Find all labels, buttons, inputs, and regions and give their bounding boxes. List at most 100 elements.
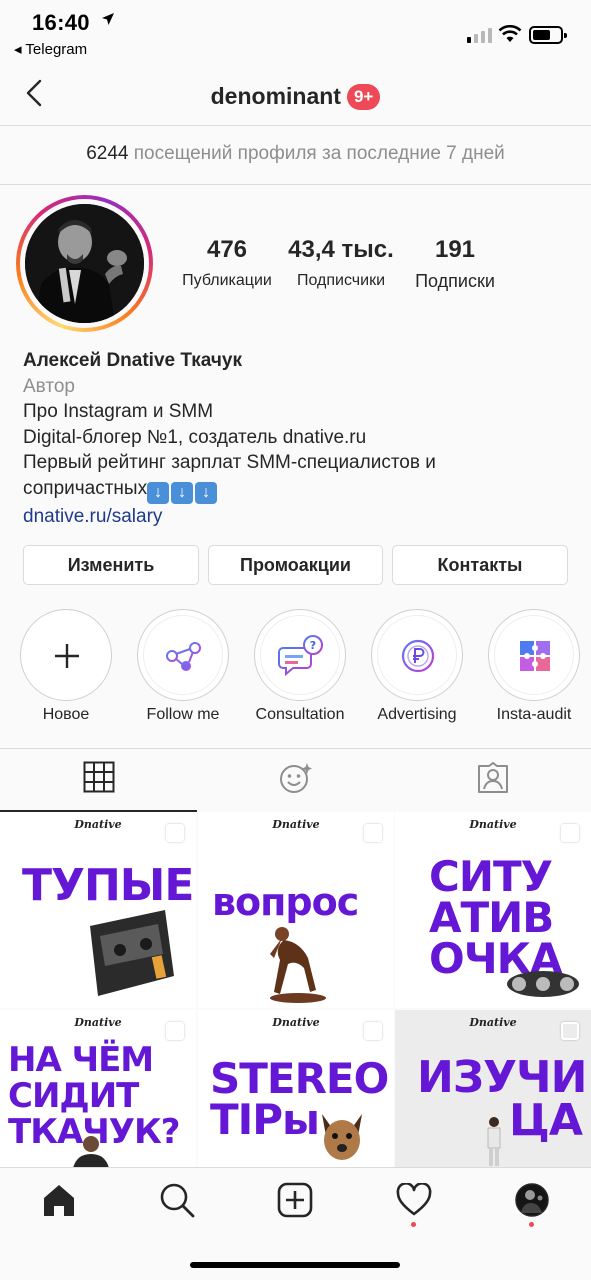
bio-line: Про Instagram и SMM: [23, 401, 214, 422]
status-bar: 16:40 ◂ Telegram: [0, 0, 591, 64]
highlight-label: Consultation: [255, 706, 345, 723]
posts-count: 476: [206, 236, 248, 263]
post-thumbnail[interactable]: Dnative НА ЧЁМ СИДИТ ТКАЧУК?: [0, 1010, 196, 1167]
stat-followers[interactable]: 43,4 тыс. Подписчики: [284, 236, 398, 290]
profile-nav-bar: denominant 9+: [0, 64, 591, 126]
visits-text: посещений профиля за последние 7 дней: [133, 143, 505, 164]
down-arrow-emoji-icon: ↓: [147, 481, 170, 504]
post-thumbnail[interactable]: Dnative STEREO TIPы: [198, 1010, 394, 1167]
svg-text:?: ?: [310, 639, 316, 652]
grid-icon: [83, 761, 115, 798]
plus-icon: [21, 610, 113, 702]
tab-grid[interactable]: [0, 749, 197, 812]
highlight-follow-me[interactable]: Follow me: [137, 609, 229, 724]
carousel-icon: [166, 824, 184, 842]
highlight-new[interactable]: Новое: [20, 609, 112, 724]
post-thumbnail[interactable]: Dnative ИЗУЧИ ЦА: [395, 1010, 591, 1167]
bio-line: Первый рейтинг зарплат SMM-специалистов …: [23, 452, 436, 473]
home-icon: [41, 1182, 77, 1223]
following-label: Подписки: [415, 271, 495, 291]
highlight-label: Новое: [42, 706, 90, 723]
carousel-icon: [364, 1022, 382, 1040]
post-headline-line: АТИВ: [429, 893, 554, 943]
highlight-label: Insta-audit: [496, 706, 572, 723]
posts-grid: Dnative ТУПЫЕ Dnative вопрос Dnative СИТ…: [0, 812, 591, 1167]
bio-line-with-emoji: сопричастных ↓ ↓ ↓: [23, 476, 563, 504]
share-icon: [138, 610, 230, 702]
highlight-insta-audit[interactable]: Insta-audit: [488, 609, 580, 724]
activity-notification-dot: [411, 1222, 416, 1227]
nav-home[interactable]: [34, 1182, 84, 1222]
post-headline: СИТУ АТИВ ОЧКА: [429, 852, 562, 979]
post-thumbnail[interactable]: Dnative ТУПЫЕ: [0, 812, 196, 1008]
nav-profile[interactable]: [507, 1182, 557, 1222]
puppy-image: [322, 1114, 362, 1160]
nav-search[interactable]: [152, 1182, 202, 1222]
cassette-image: [90, 910, 174, 996]
highlight-advertising[interactable]: Advertising: [371, 609, 463, 724]
post-headline-line: СИТУ: [429, 852, 553, 901]
profile-notification-dot: [529, 1222, 534, 1227]
cellular-signal-icon: [467, 28, 492, 43]
down-arrow-emoji-icon: ↓: [171, 481, 194, 504]
nav-activity[interactable]: [389, 1181, 439, 1222]
avatar-photo: [25, 204, 144, 323]
carousel-icon: [561, 1022, 579, 1040]
post-headline: ТУПЫЕ: [22, 860, 194, 911]
add-square-icon: [277, 1182, 313, 1223]
post-thumbnail[interactable]: Dnative вопрос: [198, 812, 394, 1008]
puzzle-icon: [489, 610, 581, 702]
location-arrow-icon: [101, 12, 115, 31]
down-arrow-emoji-icon: ↓: [195, 481, 218, 504]
notification-badge[interactable]: 9+: [346, 83, 381, 110]
followers-count: 43,4 тыс.: [288, 236, 394, 263]
followers-label: Подписчики: [296, 272, 385, 289]
posts-label: Публикации: [182, 272, 272, 289]
contacts-button[interactable]: Контакты: [392, 545, 568, 585]
carousel-icon: [166, 1022, 184, 1040]
profile-visits-banner[interactable]: 6244 посещений профиля за последние 7 дн…: [0, 127, 591, 185]
stat-posts[interactable]: 476 Публикации: [172, 236, 282, 290]
profile-bio: Алексей Dnative Ткачук Автор Про Instagr…: [23, 348, 563, 529]
bio-link[interactable]: dnative.ru/salary: [23, 504, 563, 530]
post-thumbnail[interactable]: Dnative СИТУ АТИВ ОЧКА: [395, 812, 591, 1008]
tab-reels[interactable]: [197, 749, 394, 812]
stat-following[interactable]: 191 Подписки: [402, 236, 508, 292]
home-indicator: [190, 1262, 400, 1268]
bio-line: сопричастных: [23, 477, 148, 499]
avatar-icon: [515, 1182, 549, 1222]
profile-category: Автор: [23, 375, 75, 397]
post-headline: вопрос: [212, 880, 359, 924]
carousel-icon: [364, 824, 382, 842]
person-photo-image: [73, 1136, 109, 1167]
chat-question-icon: ?: [255, 610, 347, 702]
profile-tabs: [0, 748, 591, 812]
highlight-label: Advertising: [377, 706, 457, 723]
username: denominant: [210, 83, 341, 110]
profile-avatar[interactable]: [16, 195, 153, 332]
carousel-icon: [561, 824, 579, 842]
back-to-app-link[interactable]: ◂ Telegram: [14, 40, 87, 58]
post-headline-line: НА ЧЁМ: [8, 1040, 154, 1080]
tab-tagged[interactable]: [394, 749, 591, 812]
post-headline-line: СИДИТ: [8, 1076, 139, 1117]
visits-count: 6244: [86, 143, 129, 164]
search-icon: [159, 1182, 195, 1223]
highlight-consultation[interactable]: ? Consultation: [254, 609, 346, 724]
highlight-label: Follow me: [146, 706, 220, 723]
full-name: Алексей Dnative Ткачук: [23, 350, 242, 371]
tagged-person-icon: [476, 762, 510, 799]
fidget-spinner-image: [507, 971, 579, 997]
smile-sparkle-icon: [278, 760, 314, 801]
edit-profile-button[interactable]: Изменить: [23, 545, 199, 585]
status-time: 16:40: [32, 10, 90, 35]
battery-icon: [529, 26, 567, 44]
promotions-button[interactable]: Промоакции: [208, 545, 383, 585]
wifi-icon: [498, 24, 522, 48]
post-headline-line: STEREO: [210, 1054, 389, 1103]
post-headline-line: ИЗУЧИ: [417, 1052, 587, 1103]
nav-new-post[interactable]: [270, 1182, 320, 1222]
heart-icon: [396, 1181, 432, 1222]
bio-line: Digital-блогер №1, создатель dnative.ru: [23, 426, 367, 448]
standing-person-image: [487, 1117, 501, 1166]
